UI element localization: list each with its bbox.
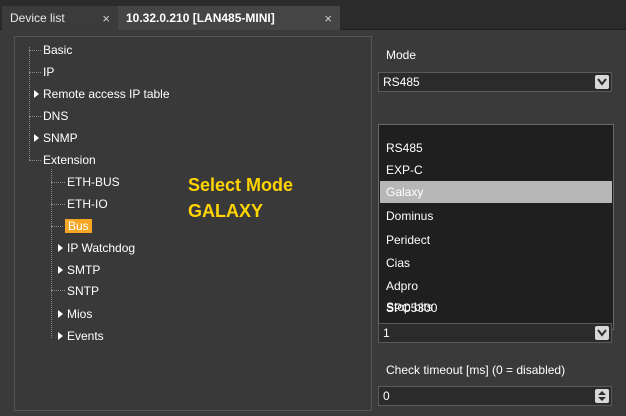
stop-bits-select[interactable]: 1 (378, 323, 612, 343)
tree-item-eth-io[interactable]: ETH-IO (67, 195, 108, 213)
tree-connector (29, 72, 41, 73)
check-timeout-input[interactable]: 0 (378, 386, 612, 406)
tree-item-label: ETH-BUS (67, 175, 120, 189)
expand-arrow-icon[interactable] (58, 266, 63, 274)
tree-item-sntp[interactable]: SNTP (67, 282, 99, 300)
chevron-down-icon[interactable] (595, 326, 609, 340)
main-content: Basic IP Remote access IP table DNS SNMP… (2, 31, 624, 416)
tree-connector (29, 50, 41, 51)
bus-settings-panel: Mode RS485 RS485 EXP-C Galaxy Dominus Pe… (376, 36, 622, 411)
tree-item-label: DNS (43, 109, 69, 123)
expand-arrow-icon[interactable] (58, 310, 63, 318)
tab-label: Device list (10, 11, 65, 25)
stop-bits-label: Stop bits (386, 300, 433, 314)
tree-item-snmp[interactable]: SNMP (34, 129, 78, 147)
expand-arrow-icon[interactable] (58, 332, 63, 340)
tree-connector (51, 169, 52, 338)
mode-option-adpro[interactable]: Adpro (380, 275, 612, 297)
tree-item-dns[interactable]: DNS (43, 107, 68, 125)
expand-arrow-icon[interactable] (34, 90, 39, 98)
tree-connector (51, 290, 65, 291)
close-icon[interactable]: × (94, 11, 110, 26)
tree-item-label: IP (43, 65, 55, 79)
tab-bar: Device list × 10.32.0.210 [LAN485-MINI] … (0, 0, 626, 30)
close-icon[interactable]: × (316, 11, 332, 26)
tree-item-basic[interactable]: Basic (43, 41, 72, 59)
stop-bits-value: 1 (383, 326, 390, 340)
tree-item-label: Events (67, 329, 104, 343)
expand-arrow-icon[interactable] (58, 244, 63, 252)
tree-connector (29, 160, 41, 161)
check-timeout-label: Check timeout [ms] (0 = disabled) (386, 363, 566, 377)
mode-option-dominus[interactable]: Dominus (380, 205, 612, 227)
tab-label: 10.32.0.210 [LAN485-MINI] (126, 11, 275, 25)
chevron-down-icon[interactable] (595, 75, 609, 89)
mode-select-value: RS485 (383, 75, 420, 89)
tree-item-label: Basic (43, 43, 73, 57)
check-timeout-value: 0 (383, 389, 390, 403)
tree-item-remote-access-ip-table[interactable]: Remote access IP table (34, 85, 170, 103)
tree-item-label: SNMP (43, 131, 78, 145)
tree-item-label-selected: Bus (65, 219, 92, 233)
tab-device-list[interactable]: Device list × (2, 6, 118, 30)
tree-item-smtp[interactable]: SMTP (58, 261, 101, 279)
tree-item-label: Remote access IP table (43, 87, 170, 101)
tree-connector (51, 182, 65, 183)
tree-item-mios[interactable]: Mios (58, 305, 93, 323)
mode-select[interactable]: RS485 (378, 72, 612, 92)
annotation-line: GALAXY (188, 201, 264, 221)
mode-option-peridect[interactable]: Peridect (380, 229, 612, 251)
mode-option-rs485[interactable]: RS485 (380, 137, 612, 159)
mode-option-cias[interactable]: Cias (380, 252, 612, 274)
tree-connector (51, 226, 63, 227)
tree-item-bus[interactable]: Bus (65, 217, 92, 235)
spinner-arrows-icon[interactable] (595, 389, 609, 403)
tree-item-eth-bus[interactable]: ETH-BUS (67, 173, 120, 191)
tree-connector (29, 47, 30, 160)
tree-item-label: ETH-IO (67, 197, 108, 211)
tree-item-label: Extension (43, 153, 96, 167)
mode-option-exp-c[interactable]: EXP-C (380, 159, 612, 181)
tree-item-label: IP Watchdog (67, 241, 136, 255)
tree-item-ip-watchdog[interactable]: IP Watchdog (58, 239, 136, 257)
tree-item-label: SMTP (67, 263, 101, 277)
mode-label: Mode (386, 48, 417, 62)
tab-device-config[interactable]: 10.32.0.210 [LAN485-MINI] × (118, 6, 340, 30)
tree-item-extension[interactable]: Extension (43, 151, 96, 169)
tree-item-ip[interactable]: IP (43, 63, 54, 81)
mode-option-galaxy[interactable]: Galaxy (380, 181, 612, 203)
expand-arrow-icon[interactable] (34, 134, 39, 142)
tree-item-events[interactable]: Events (58, 327, 104, 345)
instruction-annotation: Select Mode GALAXY (188, 172, 293, 224)
tree-item-label: Mios (67, 307, 93, 321)
tree-item-label: SNTP (67, 284, 100, 298)
tree-connector (29, 116, 41, 117)
tree-connector (51, 204, 65, 205)
annotation-line: Select Mode (188, 175, 294, 195)
